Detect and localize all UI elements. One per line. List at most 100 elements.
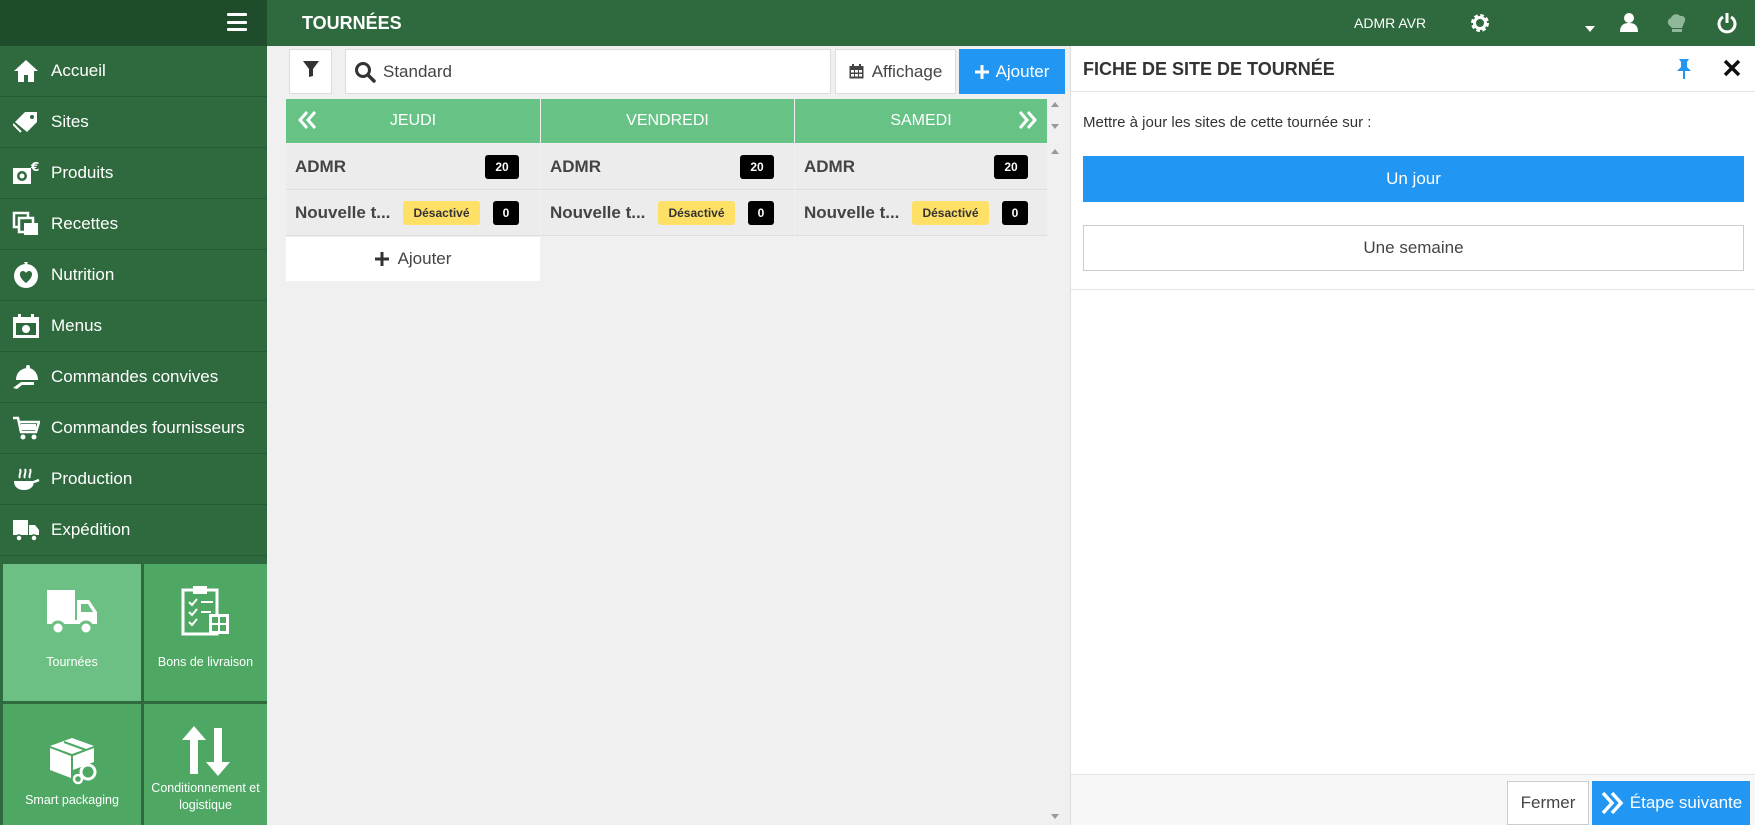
next-step-button[interactable]: Étape suivante <box>1592 781 1750 825</box>
tile-label: Tournées <box>46 655 98 669</box>
panel-title: FICHE DE SITE DE TOURNÉE <box>1083 59 1335 79</box>
sidebar-item-produits[interactable]: € Produits <box>0 148 267 199</box>
sidebar-item-menus[interactable]: Menus <box>0 301 267 352</box>
tour-name: ADMR <box>804 157 855 176</box>
cart-icon <box>12 414 40 442</box>
list-item[interactable]: Nouvelle t... Désactivé 0 <box>795 191 1047 236</box>
list-item[interactable]: ADMR 20 <box>286 144 540 190</box>
divider <box>1071 289 1755 290</box>
day-header-samedi: SAMEDI <box>795 99 1047 143</box>
recipes-icon <box>12 210 40 238</box>
plus-icon <box>974 64 989 79</box>
plus-icon <box>374 252 389 266</box>
sidebar-item-expedition[interactable]: Expédition <box>0 505 267 556</box>
delivery-note-icon <box>144 584 267 638</box>
search-icon <box>354 61 376 88</box>
sidebar-item-nutrition[interactable]: Nutrition <box>0 250 267 301</box>
add-button[interactable]: Ajouter <box>959 49 1065 94</box>
scroll-down-icon[interactable] <box>1051 814 1059 819</box>
next-step-label: Étape suivante <box>1629 793 1743 812</box>
sidebar-item-commandes-convives[interactable]: Commandes convives <box>0 352 267 403</box>
truck-icon <box>12 516 40 544</box>
chevrons-left-icon[interactable] <box>298 110 318 135</box>
count-badge: 0 <box>1002 201 1028 225</box>
sidebar-item-label: Commandes convives <box>51 367 219 386</box>
topbar: TOURNÉES ADMR AVR <box>267 0 1755 46</box>
status-badge: Désactivé <box>658 201 735 225</box>
one-week-button[interactable]: Une semaine <box>1083 225 1744 271</box>
list-item[interactable]: Nouvelle t... Désactivé 0 <box>541 191 794 236</box>
user-name[interactable]: ADMR AVR <box>1354 15 1426 31</box>
status-badge: Désactivé <box>912 201 989 225</box>
main-area: Affichage Ajouter JEUDI VENDREDI SAMEDI … <box>286 46 1070 825</box>
status-badge: Désactivé <box>403 201 480 225</box>
day-name: JEUDI <box>389 112 437 129</box>
tile-bons-de-livraison[interactable]: Bons de livraison <box>144 564 267 701</box>
filter-icon <box>302 60 320 83</box>
scroll-down-icon[interactable] <box>1051 124 1059 129</box>
calendar-icon <box>12 312 40 340</box>
cooking-icon <box>12 465 40 493</box>
sidebar-header <box>0 0 267 46</box>
chef-hat-icon[interactable] <box>1666 12 1688 39</box>
tile-label: Bons de livraison <box>157 655 254 669</box>
sidebar-item-label: Expédition <box>51 520 131 539</box>
count-badge: 20 <box>994 155 1028 179</box>
power-icon[interactable] <box>1717 12 1737 39</box>
scroll-up-icon[interactable] <box>1051 102 1059 107</box>
tour-name: Nouvelle t... <box>295 203 391 222</box>
menu-icon[interactable] <box>227 13 247 31</box>
packaging-icon <box>3 732 141 786</box>
scroll-up-icon[interactable] <box>1051 149 1059 154</box>
sidebar-item-production[interactable]: Production <box>0 454 267 505</box>
page-title: TOURNÉES <box>302 13 402 33</box>
tag-icon <box>12 108 40 136</box>
count-badge: 0 <box>493 201 519 225</box>
panel-footer: Fermer Étape suivante <box>1071 774 1755 825</box>
sidebar: Accueil Sites € Produits Recettes Nutrit… <box>0 0 267 825</box>
add-row-label: Ajouter <box>397 249 452 268</box>
user-icon[interactable] <box>1619 12 1639 37</box>
gear-icon[interactable] <box>1469 12 1491 39</box>
sidebar-item-commandes-fournisseurs[interactable]: Commandes fournisseurs <box>0 403 267 454</box>
one-day-button[interactable]: Un jour <box>1083 156 1744 202</box>
tour-name: ADMR <box>550 157 601 176</box>
sidebar-item-label: Production <box>51 469 133 488</box>
chevrons-right-icon[interactable] <box>1017 110 1037 135</box>
svg-text:€: € <box>30 160 39 174</box>
sidebar-item-recettes[interactable]: Recettes <box>0 199 267 250</box>
close-button[interactable]: Fermer <box>1507 781 1589 825</box>
tile-smart-packaging[interactable]: Smart packaging <box>3 704 141 825</box>
pin-icon[interactable] <box>1675 58 1693 85</box>
chevron-down-icon[interactable] <box>1585 19 1595 37</box>
search-input[interactable] <box>383 50 823 93</box>
sidebar-item-label: Nutrition <box>51 265 115 284</box>
chevrons-right-icon <box>1600 791 1624 815</box>
tile-tournees[interactable]: Tournées <box>3 564 141 701</box>
tour-name: ADMR <box>295 157 346 176</box>
day-header-vendredi: VENDREDI <box>541 99 794 143</box>
list-item[interactable]: ADMR 20 <box>795 144 1047 190</box>
display-label: Affichage <box>871 61 943 81</box>
sidebar-item-label: Recettes <box>51 214 119 233</box>
close-icon[interactable] <box>1723 59 1741 82</box>
add-tour-button[interactable]: Ajouter <box>286 237 540 281</box>
sidebar-item-label: Produits <box>51 163 114 182</box>
truck-icon <box>3 586 141 636</box>
calendar-icon <box>849 64 864 79</box>
display-button[interactable]: Affichage <box>835 49 956 94</box>
list-item[interactable]: ADMR 20 <box>541 144 794 190</box>
module-tiles: Tournées Bons de livraison Smart packagi… <box>0 561 267 825</box>
tour-name: Nouvelle t... <box>804 203 900 222</box>
scrollbar[interactable] <box>1046 99 1066 825</box>
tile-label: Conditionnement et logistique <box>151 781 260 812</box>
sidebar-item-label: Commandes fournisseurs <box>51 418 245 437</box>
sidebar-item-sites[interactable]: Sites <box>0 97 267 148</box>
tile-conditionnement[interactable]: Conditionnement et logistique <box>144 704 267 825</box>
sidebar-item-accueil[interactable]: Accueil <box>0 46 267 97</box>
filter-button[interactable] <box>289 49 332 94</box>
search-box[interactable] <box>345 49 831 94</box>
detail-panel: FICHE DE SITE DE TOURNÉE Mettre à jour l… <box>1070 46 1755 825</box>
product-icon: € <box>12 159 40 187</box>
list-item[interactable]: Nouvelle t... Désactivé 0 <box>286 191 540 236</box>
